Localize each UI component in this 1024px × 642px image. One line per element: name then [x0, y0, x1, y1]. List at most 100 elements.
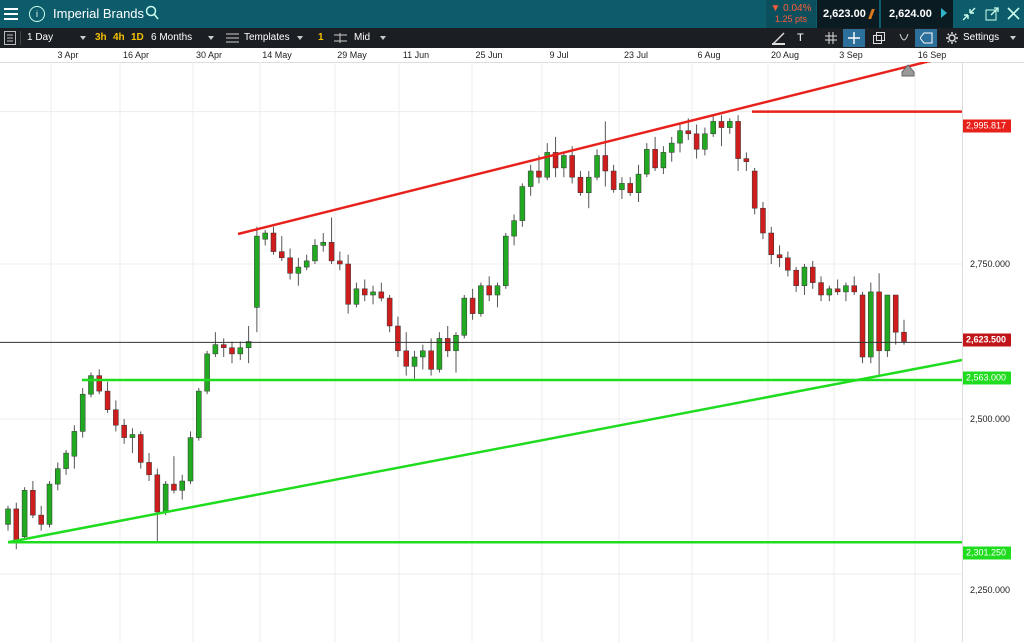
collapse-icon[interactable]	[962, 7, 976, 21]
candle-body	[768, 232, 775, 255]
tag-icon[interactable]	[920, 32, 933, 44]
candle-body	[428, 350, 434, 370]
candle-body	[685, 130, 692, 135]
settings-button[interactable]: Settings	[963, 28, 999, 48]
layers-icon[interactable]	[873, 32, 885, 44]
candle-body	[776, 254, 783, 259]
candle-body	[594, 155, 600, 178]
candle-body	[337, 260, 343, 265]
candle-body	[785, 257, 791, 271]
candle-body	[71, 431, 78, 457]
date-tick: 16 Apr	[122, 50, 150, 60]
sell-arrow-icon	[868, 9, 875, 19]
candle-body	[668, 142, 675, 153]
info-icon[interactable]: i	[29, 6, 45, 22]
candle-body	[21, 490, 28, 538]
popout-icon[interactable]	[985, 7, 999, 21]
candle-body	[345, 263, 351, 305]
date-tick: 3 Sep	[839, 50, 863, 60]
crosshair-icon[interactable]	[848, 32, 860, 44]
candle-body	[411, 356, 418, 367]
candle-body	[378, 291, 385, 299]
candle-body	[577, 176, 584, 193]
candle-body	[137, 434, 144, 463]
candle-body	[436, 338, 443, 370]
change-percent: ▼ 0.04%	[770, 3, 812, 14]
gear-icon[interactable]	[946, 32, 958, 44]
chart-count[interactable]: 1	[318, 28, 324, 48]
magnet-icon[interactable]	[898, 32, 910, 44]
candle-body	[619, 183, 625, 190]
candle-body	[403, 350, 409, 367]
menu-icon[interactable]	[4, 6, 18, 22]
candle-body	[104, 390, 111, 410]
chevron-down-icon[interactable]	[380, 36, 386, 40]
interval-select[interactable]: 1 Day	[27, 28, 53, 48]
draw-line-icon[interactable]	[772, 32, 785, 45]
candle-body	[162, 483, 169, 513]
support-price-tag-low: 2,301.250	[963, 546, 1011, 560]
candle-body	[444, 338, 451, 352]
candle-body	[610, 170, 617, 190]
candle-body	[129, 434, 136, 438]
date-tick: 16 Sep	[917, 50, 947, 60]
chevron-down-icon[interactable]	[1010, 36, 1016, 40]
candle-body	[843, 285, 849, 293]
templates-button[interactable]: Templates	[244, 28, 290, 48]
interval-4h[interactable]: 4h	[113, 28, 125, 48]
candle-body	[702, 133, 708, 150]
candle-body	[361, 288, 368, 296]
templates-icon[interactable]	[226, 33, 239, 43]
candle-body	[901, 331, 907, 342]
range-select[interactable]: 6 Months	[151, 28, 192, 48]
price-chart[interactable]	[0, 62, 962, 642]
candle-body	[569, 155, 575, 178]
candle-body	[179, 480, 185, 491]
candle-body	[13, 508, 20, 544]
candle-body	[312, 245, 318, 262]
candle-body	[453, 335, 459, 352]
candle-body	[834, 288, 841, 293]
price-type-select[interactable]: Mid	[354, 28, 370, 48]
candle-body	[892, 294, 899, 333]
price-type-icon[interactable]	[334, 33, 347, 43]
candle-body	[743, 158, 750, 162]
date-tick: 14 May	[262, 50, 292, 60]
date-tick: 29 May	[337, 50, 367, 60]
close-icon[interactable]	[1007, 7, 1020, 20]
candle-body	[303, 260, 310, 268]
candle-body	[38, 514, 44, 525]
candle-body	[760, 207, 766, 234]
search-icon[interactable]	[145, 5, 159, 21]
candle-body	[801, 266, 808, 286]
instrument-name[interactable]: Imperial Brands	[53, 6, 144, 21]
price-change: ▼ 0.04% 1.25 pts	[766, 0, 816, 28]
buy-price-button[interactable]: 2,624.00	[881, 0, 953, 28]
candle-body	[196, 390, 202, 438]
candle-body	[627, 183, 633, 193]
date-tick: 23 Jul	[623, 50, 649, 60]
candle-body	[660, 152, 667, 169]
candle-body	[519, 186, 526, 221]
date-tick: 11 Jun	[402, 50, 430, 60]
candle-body	[826, 288, 833, 296]
chevron-down-icon[interactable]	[208, 36, 214, 40]
text-tool-icon[interactable]: T	[797, 28, 804, 48]
chevron-down-icon[interactable]	[297, 36, 303, 40]
list-icon[interactable]	[4, 31, 16, 45]
candle-body	[220, 344, 227, 348]
candle-body	[693, 133, 700, 150]
candle-body	[420, 350, 426, 358]
grid-icon[interactable]	[825, 32, 837, 44]
candle-body	[809, 266, 816, 283]
date-tick: 30 Apr	[195, 50, 223, 60]
interval-3h[interactable]: 3h	[95, 28, 107, 48]
candle-body	[486, 285, 492, 296]
candle-body	[652, 149, 658, 169]
chevron-down-icon[interactable]	[80, 36, 86, 40]
candle-body	[511, 220, 517, 237]
candle-body	[851, 285, 857, 293]
interval-1d[interactable]: 1D	[131, 28, 144, 48]
sell-price-button[interactable]: 2,623.00	[817, 0, 879, 28]
candle-body	[262, 232, 268, 240]
